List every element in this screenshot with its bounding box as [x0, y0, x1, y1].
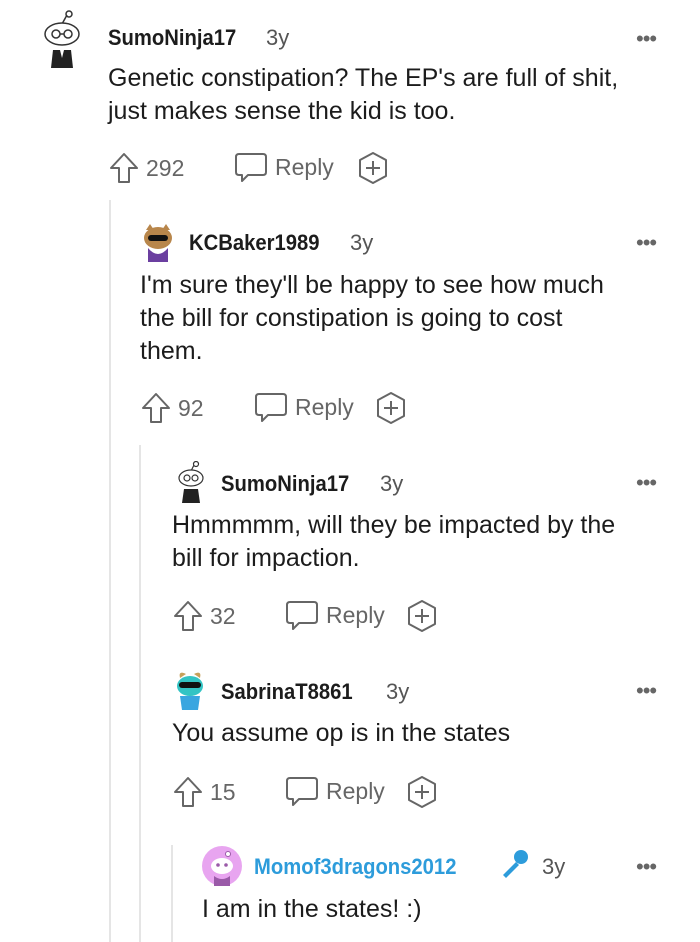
award-button[interactable]	[375, 391, 407, 425]
vote-count: 292	[146, 154, 185, 181]
comment-body: Hmmmmm, will they be impacted by the bil…	[172, 511, 616, 572]
thread-line-level-2	[139, 445, 141, 942]
thread-line-level-1	[109, 200, 111, 942]
add-award-icon	[377, 392, 405, 424]
speech-bubble-icon	[286, 601, 318, 630]
vote-count: 92	[178, 394, 204, 421]
more-options-icon[interactable]: •••	[636, 472, 657, 494]
upvote-arrow-icon	[142, 393, 170, 423]
more-options-icon[interactable]: •••	[636, 856, 657, 878]
reply-button[interactable]: Reply	[234, 151, 334, 183]
more-options-icon[interactable]: •••	[636, 28, 657, 50]
thread-line-level-3	[171, 845, 173, 942]
timestamp: 3y	[542, 854, 566, 879]
timestamp: 3y	[380, 471, 404, 496]
avatar[interactable]	[140, 222, 176, 262]
speech-bubble-icon	[235, 153, 267, 182]
speech-bubble-icon	[286, 777, 318, 806]
reply-label: Reply	[295, 393, 354, 420]
upvote-arrow-icon	[174, 777, 202, 807]
upvote-button[interactable]: 15	[172, 775, 236, 809]
reply-label: Reply	[275, 153, 334, 180]
username[interactable]: SumoNinja17	[108, 25, 236, 51]
reply-label: Reply	[326, 777, 385, 804]
comment-body: Genetic constipation? The EP's are full …	[108, 64, 619, 125]
more-options-icon[interactable]: •••	[636, 232, 657, 254]
award-button[interactable]	[406, 775, 438, 809]
avatar[interactable]	[175, 460, 207, 503]
speech-bubble-icon	[255, 393, 287, 422]
award-button[interactable]	[357, 151, 389, 185]
username-op[interactable]: Momof3dragons2012	[254, 854, 456, 880]
vote-count: 15	[210, 778, 236, 805]
comment-body: I'm sure they'll be happy to see how muc…	[140, 271, 604, 365]
reply-button[interactable]: Reply	[254, 391, 354, 423]
microphone-icon	[497, 847, 531, 886]
upvote-button[interactable]: 292	[108, 151, 184, 185]
timestamp: 3y	[266, 25, 290, 50]
add-award-icon	[359, 152, 387, 184]
username[interactable]: KCBaker1989	[189, 230, 320, 256]
comment-body: You assume op is in the states	[172, 719, 511, 747]
timestamp: 3y	[350, 230, 374, 255]
upvote-button[interactable]: 32	[172, 599, 236, 633]
avatar[interactable]	[40, 10, 84, 68]
add-award-icon	[408, 600, 436, 632]
username[interactable]: SabrinaT8861	[221, 679, 353, 705]
add-award-icon	[408, 776, 436, 808]
upvote-arrow-icon	[110, 153, 138, 183]
reply-button[interactable]: Reply	[285, 775, 385, 807]
reply-label: Reply	[326, 601, 385, 628]
upvote-arrow-icon	[174, 601, 202, 631]
timestamp: 3y	[386, 679, 410, 704]
upvote-button[interactable]: 92	[140, 391, 204, 425]
comment-body: I am in the states! :)	[202, 895, 422, 923]
award-button[interactable]	[406, 599, 438, 633]
avatar[interactable]	[202, 846, 242, 886]
more-options-icon[interactable]: •••	[636, 680, 657, 702]
reply-button[interactable]: Reply	[285, 599, 385, 631]
vote-count: 32	[210, 602, 236, 629]
username[interactable]: SumoNinja17	[221, 471, 349, 497]
avatar[interactable]	[172, 670, 208, 710]
